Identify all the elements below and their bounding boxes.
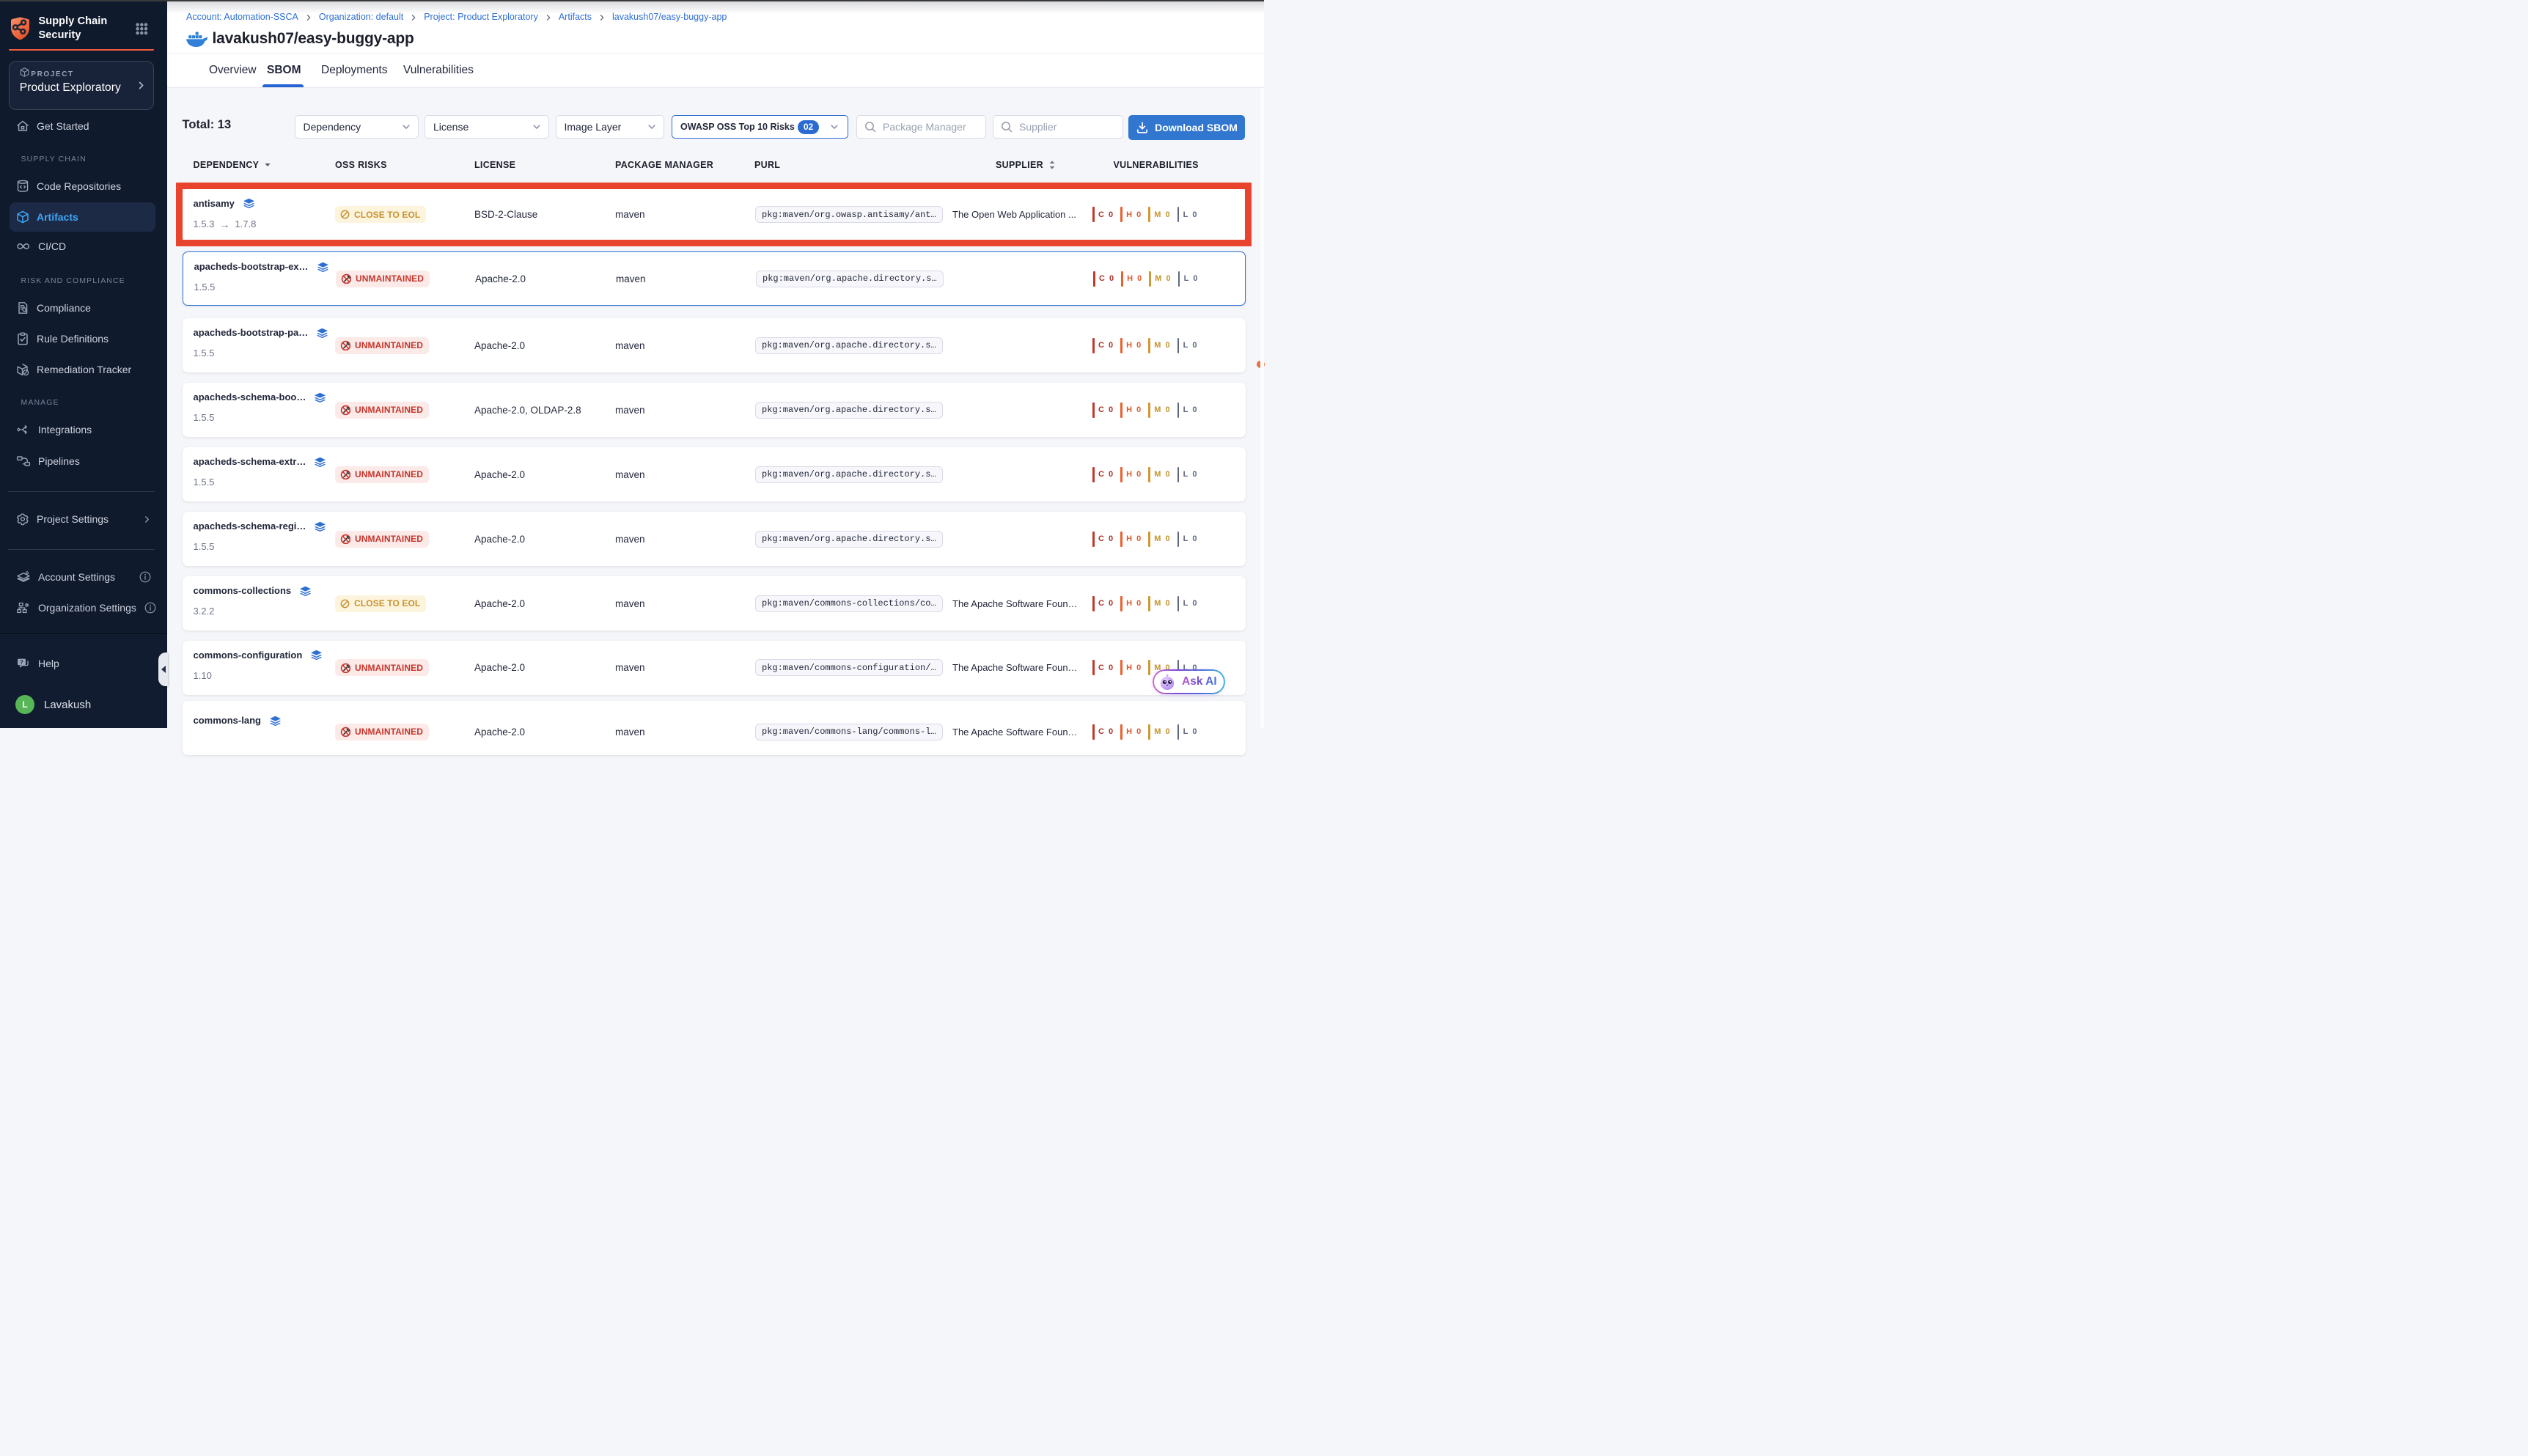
svg-text:?: ? bbox=[20, 658, 23, 665]
